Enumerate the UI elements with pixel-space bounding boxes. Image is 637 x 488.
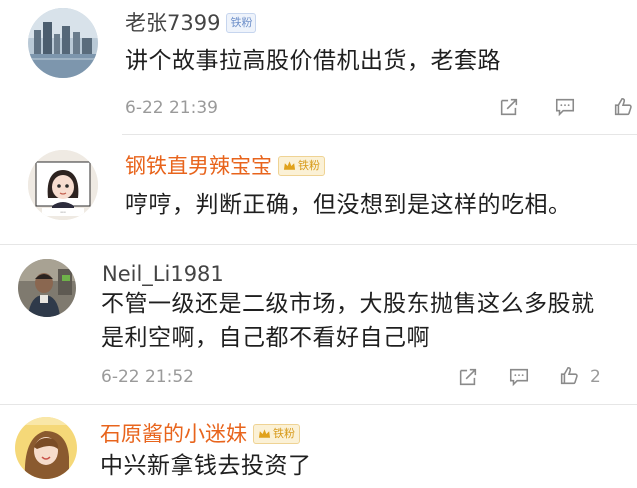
comment-item: 老张7399 铁粉 讲个故事拉高股价借机出货，老套路 6-22 21:39 bbox=[0, 0, 637, 135]
share-icon bbox=[500, 98, 518, 116]
like-count: 2 bbox=[590, 367, 601, 387]
username[interactable]: 老张7399 铁粉 bbox=[125, 10, 257, 36]
username-text[interactable]: 石原酱的小迷妹 bbox=[100, 421, 247, 447]
avatar[interactable] bbox=[28, 8, 98, 78]
like-button[interactable] bbox=[612, 95, 637, 119]
comment-button[interactable] bbox=[507, 365, 531, 389]
share-icon bbox=[459, 368, 477, 386]
like-icon bbox=[560, 366, 578, 385]
comment-time: 6-22 21:52 bbox=[101, 367, 194, 387]
avatar-image bbox=[15, 417, 77, 479]
share-button[interactable] bbox=[497, 95, 521, 119]
username[interactable]: 石原酱的小迷妹 铁粉 bbox=[100, 421, 300, 447]
fan-badge: 铁粉 bbox=[226, 13, 257, 33]
fan-badge: 铁粉 bbox=[253, 424, 300, 444]
fan-badge-label: 铁粉 bbox=[273, 427, 295, 440]
fan-badge-label: 铁粉 bbox=[298, 159, 320, 172]
avatar[interactable]: ··· bbox=[28, 150, 98, 220]
comment-icon bbox=[555, 98, 575, 117]
fan-badge: 铁粉 bbox=[278, 156, 325, 176]
username-text[interactable]: Neil_Li1981 bbox=[102, 261, 224, 287]
comment-icon bbox=[509, 368, 529, 387]
comment-text-line-1: 不管一级还是二级市场，大股东抛售这么多股就 bbox=[101, 291, 595, 317]
avatar-image bbox=[28, 8, 98, 78]
avatar[interactable] bbox=[18, 259, 76, 317]
username[interactable]: 钢铁直男辣宝宝 铁粉 bbox=[125, 153, 325, 179]
username-text[interactable]: 钢铁直男辣宝宝 bbox=[125, 153, 272, 179]
comment-item: ··· 钢铁直男辣宝宝 铁粉 哼哼，判断正确，但没想到是这样的吃相。 bbox=[0, 135, 637, 245]
comment-text: 中兴新拿钱去投资了 bbox=[100, 453, 312, 479]
avatar-image: ··· bbox=[28, 150, 98, 220]
share-button[interactable] bbox=[456, 365, 480, 389]
comment-text-line-2: 是利空啊，自己都不看好自己啊 bbox=[101, 325, 430, 351]
comment-text: 讲个故事拉高股价借机出货，老套路 bbox=[125, 48, 501, 74]
avatar[interactable] bbox=[15, 417, 77, 479]
crown-icon bbox=[283, 161, 296, 170]
comment-time: 6-22 21:39 bbox=[125, 98, 218, 118]
fan-badge-label: 铁粉 bbox=[230, 16, 253, 29]
svg-text:···: ··· bbox=[60, 210, 66, 217]
username-text[interactable]: 老张7399 bbox=[125, 10, 220, 36]
comment-text: 哼哼，判断正确，但没想到是这样的吃相。 bbox=[125, 192, 572, 218]
comment-item: Neil_Li1981 不管一级还是二级市场，大股东抛售这么多股就 是利空啊，自… bbox=[0, 245, 637, 405]
comment-item: 石原酱的小迷妹 铁粉 中兴新拿钱去投资了 bbox=[0, 405, 637, 488]
like-button[interactable] bbox=[557, 364, 581, 388]
crown-icon bbox=[258, 429, 271, 438]
avatar-image bbox=[18, 259, 76, 317]
username[interactable]: Neil_Li1981 bbox=[102, 261, 224, 287]
comment-button[interactable] bbox=[553, 95, 577, 119]
like-icon bbox=[614, 97, 632, 116]
